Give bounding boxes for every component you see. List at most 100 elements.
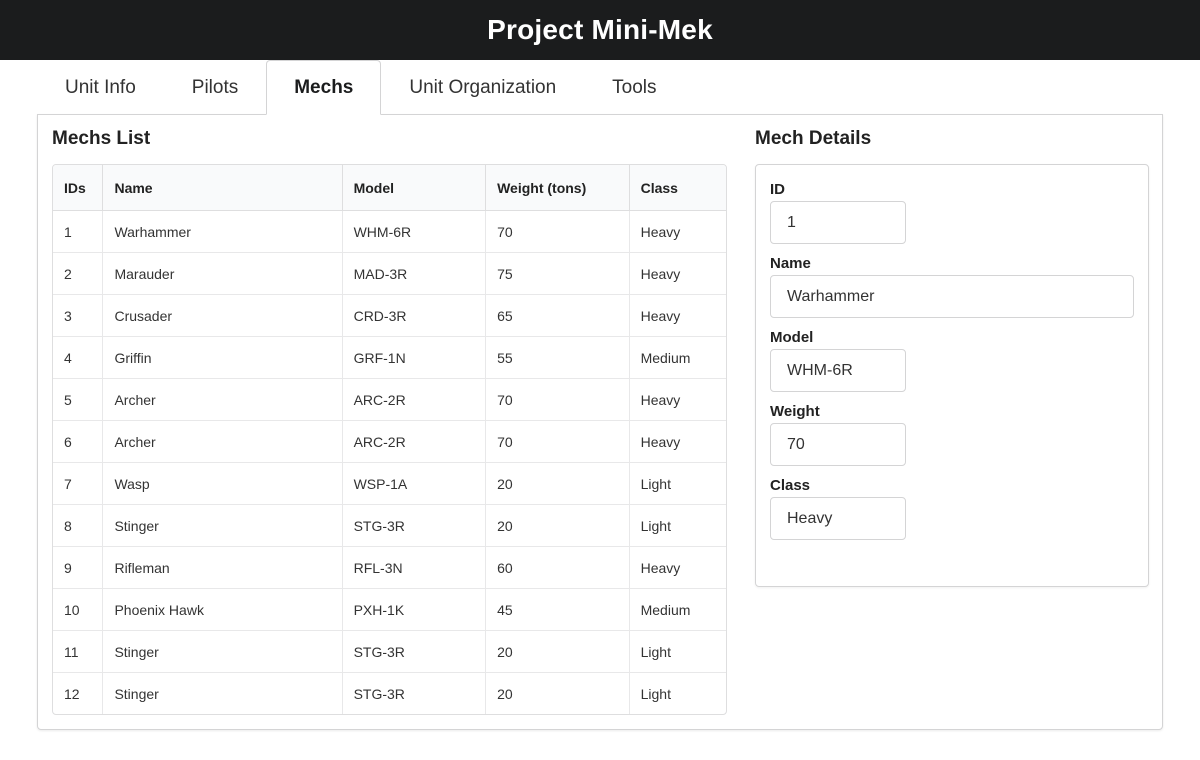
tab-mechs[interactable]: Mechs bbox=[266, 60, 382, 115]
cell-model: ARC-2R bbox=[342, 420, 487, 463]
tab-bar: Unit Info Pilots Mechs Unit Organization… bbox=[37, 60, 1163, 115]
table-row[interactable]: 7 Wasp WSP-1A 20 Light bbox=[53, 462, 726, 505]
cell-id: 4 bbox=[53, 336, 104, 379]
column-header-class[interactable]: Class bbox=[629, 165, 726, 211]
cell-class: Light bbox=[629, 462, 726, 505]
cell-name: Archer bbox=[102, 378, 343, 421]
cell-class: Medium bbox=[629, 336, 726, 379]
cell-name: Stinger bbox=[102, 504, 343, 547]
cell-model: MAD-3R bbox=[342, 252, 487, 295]
table-row[interactable]: 6 Archer ARC-2R 70 Heavy bbox=[53, 420, 726, 463]
cell-name: Wasp bbox=[102, 462, 343, 505]
class-label: Class bbox=[770, 477, 811, 494]
cell-model: WHM-6R bbox=[342, 210, 487, 253]
cell-model: RFL-3N bbox=[342, 546, 487, 589]
table-row[interactable]: 10 Phoenix Hawk PXH-1K 45 Medium bbox=[53, 588, 726, 631]
name-label: Name bbox=[770, 255, 811, 272]
cell-weight: 20 bbox=[485, 672, 630, 714]
cell-name: Stinger bbox=[102, 630, 343, 673]
cell-id: 3 bbox=[53, 294, 104, 337]
cell-weight: 70 bbox=[485, 210, 630, 253]
tab-unit-organization[interactable]: Unit Organization bbox=[381, 60, 584, 114]
cell-class: Light bbox=[629, 630, 726, 673]
cell-id: 9 bbox=[53, 546, 104, 589]
cell-weight: 45 bbox=[485, 588, 630, 631]
cell-id: 1 bbox=[53, 210, 104, 253]
cell-name: Crusader bbox=[102, 294, 343, 337]
cell-class: Heavy bbox=[629, 210, 726, 253]
cell-id: 11 bbox=[53, 630, 104, 673]
mech-details-title: Mech Details bbox=[755, 128, 872, 149]
cell-weight: 75 bbox=[485, 252, 630, 295]
cell-model: ARC-2R bbox=[342, 378, 487, 421]
table-row[interactable]: 1 Warhammer WHM-6R 70 Heavy bbox=[53, 210, 726, 253]
weight-label: Weight bbox=[770, 403, 820, 420]
cell-id: 7 bbox=[53, 462, 104, 505]
cell-id: 8 bbox=[53, 504, 104, 547]
model-input[interactable] bbox=[770, 349, 906, 392]
cell-name: Marauder bbox=[102, 252, 343, 295]
cell-weight: 65 bbox=[485, 294, 630, 337]
id-label: ID bbox=[770, 181, 785, 198]
mechs-list-title: Mechs List bbox=[52, 128, 151, 149]
cell-weight: 55 bbox=[485, 336, 630, 379]
table-row[interactable]: 9 Rifleman RFL-3N 60 Heavy bbox=[53, 546, 726, 589]
cell-model: WSP-1A bbox=[342, 462, 487, 505]
column-header-weight[interactable]: Weight (tons) bbox=[485, 165, 630, 211]
mechs-tab-panel: Mechs List IDs Name Model Weight (tons) … bbox=[37, 114, 1163, 730]
cell-weight: 20 bbox=[485, 630, 630, 673]
model-field-group: Model bbox=[770, 327, 1134, 392]
mech-details-form: ID Name Model Weight Class bbox=[755, 164, 1149, 587]
cell-weight: 70 bbox=[485, 378, 630, 421]
table-row[interactable]: 3 Crusader CRD-3R 65 Heavy bbox=[53, 294, 726, 337]
column-header-ids[interactable]: IDs bbox=[53, 165, 104, 211]
cell-model: STG-3R bbox=[342, 672, 487, 714]
cell-id: 5 bbox=[53, 378, 104, 421]
cell-weight: 20 bbox=[485, 504, 630, 547]
name-field-group: Name bbox=[770, 253, 1134, 318]
cell-weight: 70 bbox=[485, 420, 630, 463]
column-header-model[interactable]: Model bbox=[342, 165, 487, 211]
table-row[interactable]: 12 Stinger STG-3R 20 Light bbox=[53, 672, 726, 714]
weight-field-group: Weight bbox=[770, 401, 1134, 466]
cell-model: GRF-1N bbox=[342, 336, 487, 379]
cell-model: PXH-1K bbox=[342, 588, 487, 631]
cell-model: CRD-3R bbox=[342, 294, 487, 337]
tab-tools[interactable]: Tools bbox=[584, 60, 684, 114]
cell-class: Heavy bbox=[629, 378, 726, 421]
cell-name: Archer bbox=[102, 420, 343, 463]
model-label: Model bbox=[770, 329, 814, 346]
weight-input[interactable] bbox=[770, 423, 906, 466]
table-row[interactable]: 8 Stinger STG-3R 20 Light bbox=[53, 504, 726, 547]
table-row[interactable]: 11 Stinger STG-3R 20 Light bbox=[53, 630, 726, 673]
class-input[interactable] bbox=[770, 497, 906, 540]
class-field-group: Class bbox=[770, 475, 1134, 540]
id-input[interactable] bbox=[770, 201, 906, 244]
app-header: Project Mini-Mek bbox=[0, 0, 1200, 60]
table-row[interactable]: 5 Archer ARC-2R 70 Heavy bbox=[53, 378, 726, 421]
table-header-row: IDs Name Model Weight (tons) Class bbox=[53, 165, 726, 211]
cell-name: Rifleman bbox=[102, 546, 343, 589]
mechs-table-container: IDs Name Model Weight (tons) Class 1 War… bbox=[52, 164, 727, 715]
cell-model: STG-3R bbox=[342, 630, 487, 673]
cell-class: Heavy bbox=[629, 546, 726, 589]
cell-name: Warhammer bbox=[102, 210, 343, 253]
cell-id: 6 bbox=[53, 420, 104, 463]
tab-pilots[interactable]: Pilots bbox=[164, 60, 266, 114]
cell-id: 12 bbox=[53, 672, 104, 714]
cell-id: 10 bbox=[53, 588, 104, 631]
cell-name: Phoenix Hawk bbox=[102, 588, 343, 631]
cell-model: STG-3R bbox=[342, 504, 487, 547]
cell-weight: 60 bbox=[485, 546, 630, 589]
column-header-name[interactable]: Name bbox=[102, 165, 343, 211]
table-row[interactable]: 2 Marauder MAD-3R 75 Heavy bbox=[53, 252, 726, 295]
cell-class: Heavy bbox=[629, 252, 726, 295]
cell-weight: 20 bbox=[485, 462, 630, 505]
mechs-table: IDs Name Model Weight (tons) Class 1 War… bbox=[53, 165, 726, 714]
cell-class: Medium bbox=[629, 588, 726, 631]
name-input[interactable] bbox=[770, 275, 1134, 318]
tab-unit-info[interactable]: Unit Info bbox=[37, 60, 164, 114]
cell-id: 2 bbox=[53, 252, 104, 295]
table-row[interactable]: 4 Griffin GRF-1N 55 Medium bbox=[53, 336, 726, 379]
id-field-group: ID bbox=[770, 179, 1134, 244]
